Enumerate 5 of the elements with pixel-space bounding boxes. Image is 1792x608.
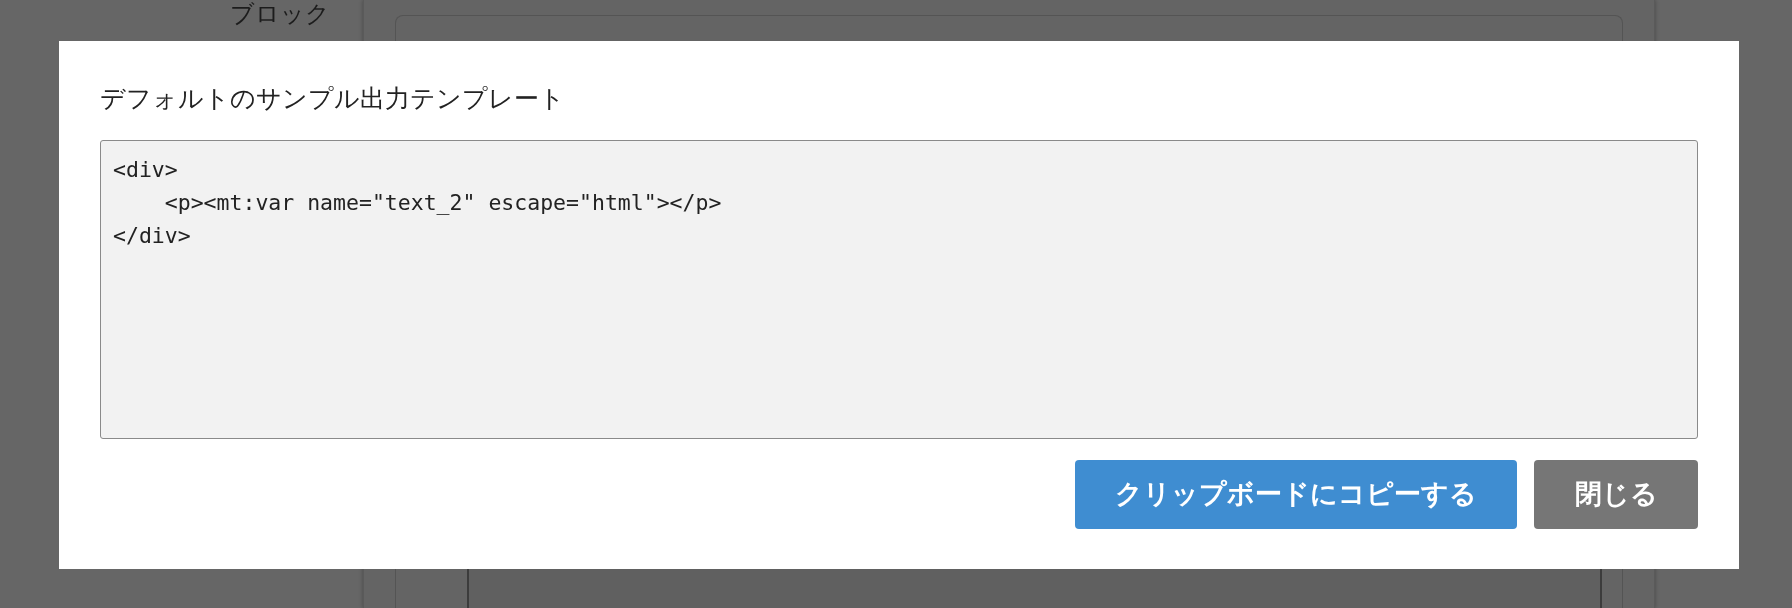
sidebar-label: ブロック [230, 1, 330, 27]
dialog-title: デフォルトのサンプル出力テンプレート [100, 83, 565, 113]
copy-to-clipboard-button[interactable]: クリップボードにコピーする [1075, 460, 1517, 529]
template-code-field[interactable]: <div> <p><mt:var name="text_2" escape="html"></p> </div> [100, 140, 1698, 439]
close-button[interactable]: 閉じる [1534, 460, 1698, 529]
